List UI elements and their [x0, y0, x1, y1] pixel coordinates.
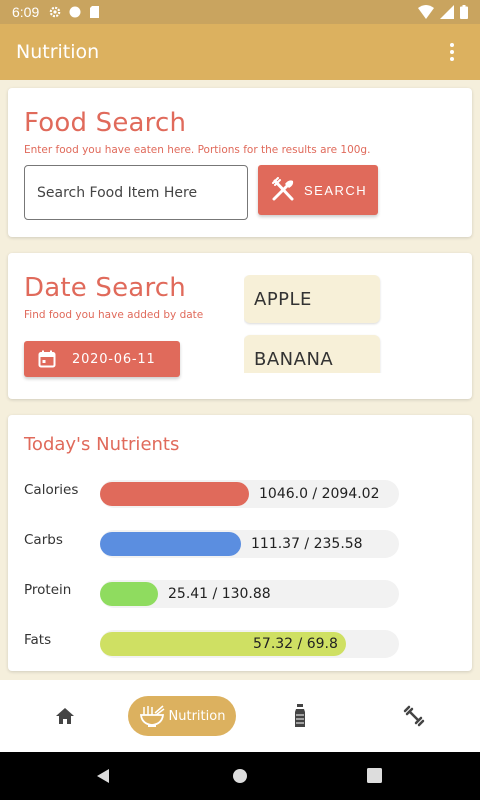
bottom-navigation: Nutrition [0, 680, 480, 752]
nutrient-label: Protein [24, 582, 72, 598]
home-circle-icon[interactable] [232, 768, 248, 784]
settings-icon [49, 6, 61, 18]
system-navigation-bar [0, 752, 480, 800]
wifi-icon [418, 5, 434, 19]
overflow-menu-icon[interactable] [440, 40, 464, 64]
nutrient-label: Fats [24, 632, 52, 648]
circle-status-icon [69, 6, 81, 18]
nutrient-value: 1046.0 / 2094.02 [259, 486, 380, 502]
nutrient-progress-fill [100, 482, 249, 506]
water-bottle-icon [295, 704, 305, 727]
food-search-card: Food Search Enter food you have eaten he… [8, 88, 472, 237]
battery-icon [460, 5, 468, 19]
sd-card-icon [90, 6, 100, 18]
nutrient-row-fats: Fats 57.32 / 69.8 [24, 630, 404, 658]
date-search-card: Date Search Find food you have added by … [8, 253, 472, 399]
nutrient-label: Calories [24, 482, 79, 498]
app-bar: Nutrition [0, 24, 480, 80]
nutrient-row-calories: Calories 1046.0 / 2094.02 [24, 480, 404, 508]
nutrient-progress-fill [100, 582, 158, 606]
noodles-icon [139, 705, 164, 727]
nutrient-progress-track: 1046.0 / 2094.02 [100, 480, 399, 508]
search-button-label: SEARCH [304, 182, 368, 198]
nutrient-row-carbs: Carbs 111.37 / 235.58 [24, 530, 404, 558]
nav-nutrition[interactable]: Nutrition [128, 696, 236, 736]
back-icon[interactable] [96, 768, 110, 784]
utensils-icon [272, 177, 294, 201]
food-item-label: APPLE [254, 288, 312, 310]
nutrient-progress-track: 25.41 / 130.88 [100, 580, 399, 608]
status-bar: 6:09 [0, 0, 480, 24]
nutrient-progress-track: 111.37 / 235.58 [100, 530, 399, 558]
nutrient-value: 25.41 / 130.88 [168, 586, 271, 602]
recents-icon[interactable] [367, 768, 382, 783]
signal-icon [440, 5, 454, 19]
food-list-item[interactable]: APPLE [244, 275, 380, 323]
search-button[interactable]: SEARCH [258, 165, 378, 215]
status-time: 6:09 [12, 4, 40, 20]
nutrient-progress-track: 57.32 / 69.8 [100, 630, 399, 658]
food-search-heading: Food Search [24, 108, 187, 138]
app-title: Nutrition [16, 41, 100, 63]
calendar-icon [38, 350, 56, 368]
food-item-label: BANANA [254, 348, 334, 370]
nutrient-value: 111.37 / 235.58 [251, 536, 363, 552]
date-search-subtitle: Find food you have added by date [24, 309, 204, 321]
nav-nutrition-label: Nutrition [168, 708, 226, 724]
nutrient-value: 57.32 / 69.8 [253, 636, 338, 652]
nav-water[interactable] [290, 696, 310, 736]
nav-exercise[interactable] [401, 696, 427, 736]
nutrients-card: Today's Nutrients Calories 1046.0 / 2094… [8, 415, 472, 671]
date-picker-button[interactable]: 2020-06-11 [24, 341, 180, 377]
home-icon [56, 708, 74, 724]
nutrient-row-protein: Protein 25.41 / 130.88 [24, 580, 404, 608]
food-search-subtitle: Enter food you have eaten here. Portions… [24, 144, 371, 156]
nav-home[interactable] [52, 696, 78, 736]
dumbbell-icon [403, 705, 425, 727]
nutrient-label: Carbs [24, 532, 63, 548]
food-search-input[interactable] [24, 165, 248, 220]
food-list[interactable]: APPLE BANANA [244, 275, 382, 373]
nutrients-heading: Today's Nutrients [24, 434, 180, 455]
selected-date: 2020-06-11 [72, 351, 156, 367]
food-list-item[interactable]: BANANA [244, 335, 380, 373]
nutrient-progress-fill [100, 532, 241, 556]
date-search-heading: Date Search [24, 273, 186, 303]
